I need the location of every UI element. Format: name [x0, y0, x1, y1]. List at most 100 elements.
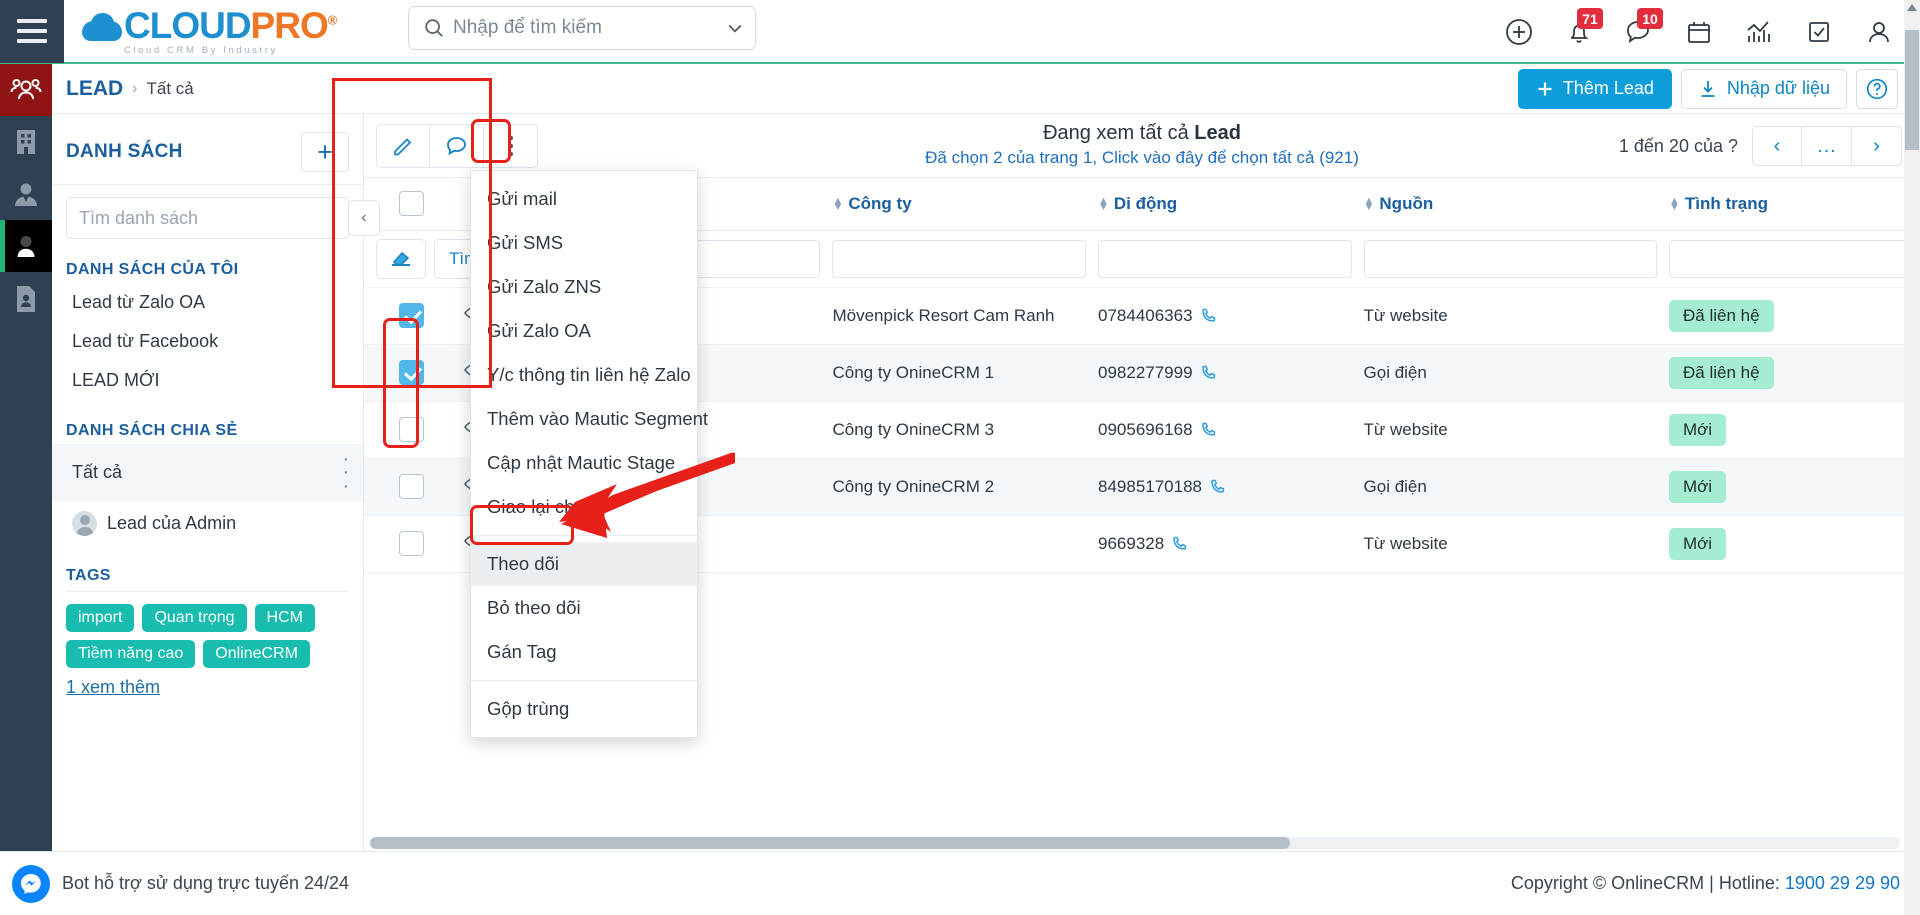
menu-item-yc-thong-tin-zalo[interactable]: Y/c thông tin liên hệ Zalo: [471, 353, 697, 397]
help-circle-icon: [1866, 78, 1888, 99]
phone-call-icon[interactable]: [1200, 421, 1218, 439]
people-group-icon: [10, 79, 42, 100]
menu-item-gui-sms[interactable]: Gửi SMS: [471, 221, 697, 265]
filter-mobile-input[interactable]: [1098, 239, 1352, 278]
phone-call-icon[interactable]: [1209, 478, 1227, 496]
list-item-tat-ca[interactable]: Tất cả · · ·: [52, 444, 363, 502]
rail-item-documents[interactable]: [0, 272, 52, 324]
clear-filters-button[interactable]: [376, 238, 426, 279]
chevron-down-icon[interactable]: [725, 18, 745, 38]
avatar: [72, 510, 97, 536]
filter-source-input[interactable]: [1363, 239, 1657, 278]
breadcrumb-root[interactable]: LEAD: [66, 77, 123, 101]
global-search[interactable]: [408, 6, 756, 50]
row-checkbox[interactable]: [398, 360, 424, 385]
hamburger-menu-icon[interactable]: [0, 0, 64, 63]
menu-item-cap-nhat-mautic-stage[interactable]: Cập nhật Mautic Stage: [471, 441, 697, 485]
list-item-lead-admin[interactable]: Lead của Admin: [52, 502, 363, 545]
notifications-bell-icon[interactable]: 71: [1564, 8, 1603, 47]
filter-status-input[interactable]: [1669, 239, 1914, 278]
menu-item-gan-tag[interactable]: Gán Tag: [471, 630, 697, 674]
add-list-button[interactable]: +: [301, 132, 349, 172]
menu-item-giao-lai-cho[interactable]: Giao lại cho: [471, 485, 697, 529]
menu-item-gui-zalo-zns[interactable]: Gửi Zalo ZNS: [471, 265, 697, 309]
row-checkbox[interactable]: [398, 303, 424, 328]
row-company-cell: Công ty OnineCRM 2: [826, 458, 1092, 516]
tag-chip[interactable]: Tiềm năng cao: [66, 639, 196, 668]
tasks-checkbox-icon[interactable]: [1804, 17, 1834, 47]
menu-item-gop-trung[interactable]: Gộp trùng: [471, 687, 697, 731]
hotline-link[interactable]: 1900 29 29 90: [1785, 873, 1900, 893]
more-pages-button[interactable]: …: [1802, 126, 1852, 166]
scroll-up-arrow-icon[interactable]: [1907, 4, 1917, 11]
row-checkbox[interactable]: [398, 531, 424, 556]
next-page-button[interactable]: ›: [1852, 126, 1902, 166]
rail-item-contacts[interactable]: [0, 64, 52, 116]
menu-item-gui-zalo-oa[interactable]: Gửi Zalo OA: [471, 309, 697, 353]
add-lead-button[interactable]: Thêm Lead: [1517, 68, 1672, 109]
select-all-checkbox[interactable]: [398, 191, 424, 217]
import-data-button[interactable]: Nhập dữ liệu: [1680, 68, 1847, 109]
row-mobile-cell: 0784406363: [1092, 287, 1358, 345]
rail-item-contact-person[interactable]: [0, 168, 52, 220]
menu-item-theo-doi[interactable]: Theo dõi: [471, 542, 697, 586]
toolbar-button-group: [376, 123, 538, 168]
prev-page-button[interactable]: ‹: [1752, 126, 1802, 166]
filter-company-input[interactable]: [832, 239, 1086, 278]
phone-call-icon[interactable]: [1200, 307, 1218, 325]
row-mobile-cell: 9669328: [1092, 515, 1358, 573]
status-badge: Mới: [1669, 470, 1727, 503]
add-icon[interactable]: [1504, 17, 1534, 47]
more-actions-button[interactable]: [484, 123, 538, 168]
row-source-cell: Từ website: [1357, 515, 1663, 573]
messenger-icon[interactable]: [12, 864, 50, 903]
user-profile-icon[interactable]: [1864, 17, 1894, 47]
search-input[interactable]: [453, 17, 725, 39]
calendar-icon[interactable]: [1684, 17, 1714, 47]
horizontal-scrollbar[interactable]: [370, 837, 1900, 849]
tag-chip[interactable]: OnlineCRM: [203, 639, 310, 668]
top-header: CLOUDPRO® Cloud CRM By Industry Nhập để …: [0, 0, 1920, 64]
chat-support[interactable]: Bot hỗ trợ sử dụng trực tuyến 24/24: [12, 864, 349, 903]
column-status[interactable]: ▲ ▼ Tình trạng: [1663, 178, 1920, 231]
footer-bar: Bot hỗ trợ sử dụng trực tuyến 24/24 Copy…: [0, 851, 1920, 915]
list-search-input[interactable]: [79, 207, 336, 229]
tag-chip[interactable]: HCM: [254, 603, 315, 632]
collapse-panel-button[interactable]: ‹: [348, 200, 380, 236]
row-checkbox[interactable]: [398, 474, 424, 499]
row-company-cell: Công ty OnineCRM 1: [826, 344, 1092, 402]
phone-call-icon[interactable]: [1171, 535, 1189, 553]
list-item-kebab-icon[interactable]: · · ·: [343, 450, 349, 496]
add-lead-label: Thêm Lead: [1562, 78, 1654, 98]
scrollbar-thumb[interactable]: [1905, 30, 1919, 150]
row-checkbox[interactable]: [398, 417, 424, 442]
help-button[interactable]: [1856, 68, 1898, 109]
show-more-tags-link[interactable]: 1 xem thêm: [66, 677, 160, 698]
row-select-cell: [364, 515, 459, 573]
rail-item-lead[interactable]: [0, 220, 52, 272]
list-item-lead-moi[interactable]: LEAD MỚI: [52, 361, 363, 400]
page-vertical-scrollbar[interactable]: [1904, 0, 1920, 915]
row-company-cell: Mövenpick Resort Cam Ranh: [826, 287, 1092, 345]
column-company[interactable]: ▲ ▼ Công ty: [826, 178, 1092, 231]
menu-item-them-vao-mautic-segment[interactable]: Thêm vào Mautic Segment: [471, 397, 708, 441]
edit-button[interactable]: [376, 123, 430, 168]
tag-chip[interactable]: import: [66, 603, 135, 632]
comment-button[interactable]: [430, 123, 484, 168]
column-mobile[interactable]: ▲ ▼ Di động: [1092, 178, 1358, 231]
tag-chip[interactable]: Quan trọng: [142, 603, 247, 632]
column-source[interactable]: ▲ ▼ Nguồn: [1357, 178, 1663, 231]
list-item-facebook[interactable]: Lead từ Facebook: [52, 322, 363, 361]
menu-item-gui-mail[interactable]: Gửi mail: [471, 177, 697, 221]
list-search[interactable]: [66, 197, 349, 239]
phone-call-icon[interactable]: [1200, 364, 1218, 382]
messages-chat-icon[interactable]: 10: [1624, 8, 1663, 47]
menu-item-bo-theo-doi[interactable]: Bỏ theo dõi: [471, 586, 697, 630]
row-select-cell: [364, 401, 459, 459]
analytics-chart-icon[interactable]: [1744, 17, 1774, 47]
businessman-icon: [15, 183, 37, 206]
copyright-label: Copyright © OnlineCRM | Hotline:: [1510, 873, 1785, 893]
rail-item-company[interactable]: [0, 116, 52, 168]
app-logo[interactable]: CLOUDPRO® Cloud CRM By Industry: [82, 7, 337, 56]
list-item-zalo-oa[interactable]: Lead từ Zalo OA: [52, 283, 363, 322]
